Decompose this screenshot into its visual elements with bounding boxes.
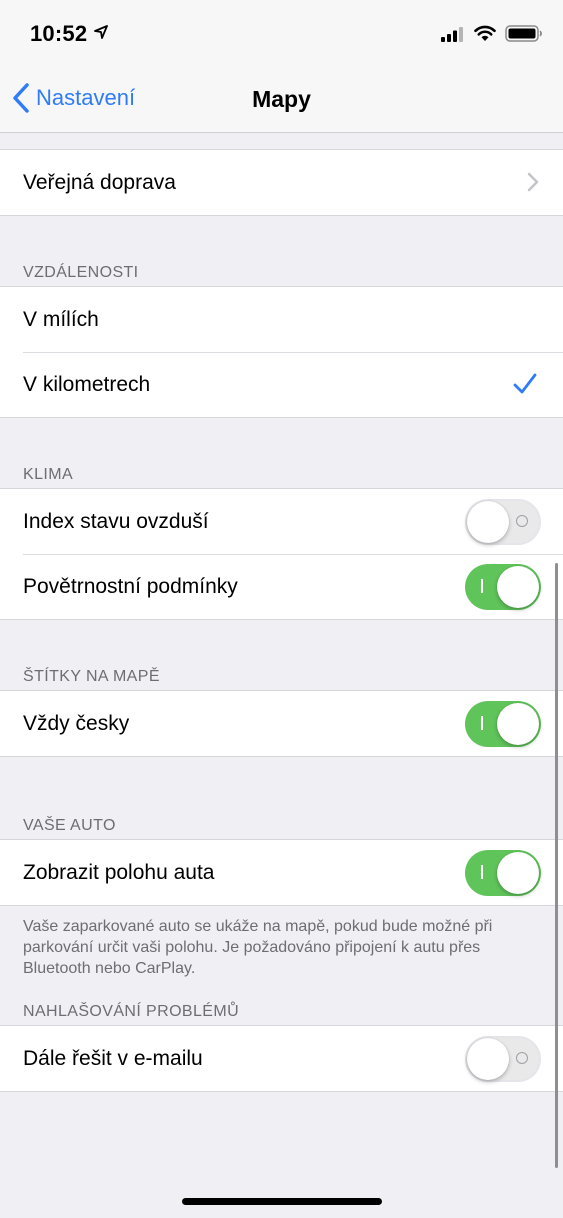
toggle-knob: [497, 852, 539, 894]
navigation-bar: Nastavení Mapy: [0, 64, 563, 133]
section-header-map-labels: ŠTÍTKY NA MAPĚ: [23, 668, 160, 685]
row-kilometers[interactable]: V kilometrech: [0, 352, 563, 417]
scrollbar[interactable]: [555, 563, 558, 1168]
weather-conditions-toggle[interactable]: [465, 564, 541, 610]
row-label: V mílích: [23, 307, 99, 331]
row-label: Index stavu ovzduší: [23, 509, 209, 533]
toggle-knob: [467, 1038, 509, 1080]
chevron-right-icon: [527, 172, 539, 192]
status-time: 10:52: [30, 21, 88, 46]
parked-car-footnote: Vaše zaparkované auto se ukáže na mapě, …: [23, 918, 493, 977]
row-public-transport[interactable]: Veřejná doprava: [0, 150, 563, 215]
row-label: Vždy česky: [23, 711, 130, 735]
distances-group: V mílích V kilometrech: [0, 286, 563, 418]
row-follow-up-email[interactable]: Dále řešit v e-mailu: [0, 1026, 563, 1091]
your-car-group: Zobrazit polohu auta: [0, 839, 563, 906]
row-label: Zobrazit polohu auta: [23, 860, 215, 884]
page-title: Mapy: [252, 86, 311, 112]
row-label: V kilometrech: [23, 372, 151, 396]
section-header-climate: KLIMA: [23, 466, 74, 483]
status-bar: 10:52: [0, 0, 563, 64]
row-label: Povětrnostní podmínky: [23, 574, 238, 598]
row-label: Dále řešit v e-mailu: [23, 1046, 203, 1070]
follow-up-email-toggle[interactable]: [465, 1036, 541, 1082]
show-parked-car-toggle[interactable]: [465, 850, 541, 896]
section-header-distances: VZDÁLENOSTI: [23, 264, 139, 281]
toggle-off-indicator: [516, 1052, 528, 1064]
climate-group: Index stavu ovzduší Povětrnostní podmínk…: [0, 488, 563, 620]
cellular-signal-icon: [441, 27, 463, 42]
row-show-parked-car[interactable]: Zobrazit polohu auta: [0, 840, 563, 905]
row-air-quality-index[interactable]: Index stavu ovzduší: [0, 489, 563, 554]
toggle-knob: [497, 703, 539, 745]
toggle-on-indicator: [481, 716, 483, 730]
toggle-knob: [497, 566, 539, 608]
toggle-on-indicator: [481, 865, 483, 879]
transit-group: Veřejná doprava: [0, 149, 563, 216]
home-indicator[interactable]: [182, 1198, 382, 1205]
map-labels-group: Vždy česky: [0, 690, 563, 757]
toggle-on-indicator: [481, 579, 483, 593]
row-weather-conditions[interactable]: Povětrnostní podmínky: [0, 554, 563, 619]
toggle-knob: [467, 501, 509, 543]
row-miles[interactable]: V mílích: [0, 287, 563, 352]
wifi-icon: [474, 25, 496, 41]
settings-list: Veřejná doprava VZDÁLENOSTI V mílích V k…: [0, 133, 563, 1092]
checkmark-icon: [513, 373, 537, 394]
location-arrow-icon: [94, 25, 108, 39]
row-label: Veřejná doprava: [23, 170, 176, 194]
section-header-reporting: NAHLAŠOVÁNÍ PROBLÉMŮ: [23, 1003, 240, 1020]
air-quality-toggle[interactable]: [465, 499, 541, 545]
reporting-group: Dále řešit v e-mailu: [0, 1025, 563, 1092]
section-header-your-car: VAŠE AUTO: [23, 817, 116, 834]
battery-icon: [505, 25, 542, 42]
always-czech-toggle[interactable]: [465, 701, 541, 747]
row-always-czech[interactable]: Vždy česky: [0, 691, 563, 756]
toggle-off-indicator: [516, 515, 528, 527]
